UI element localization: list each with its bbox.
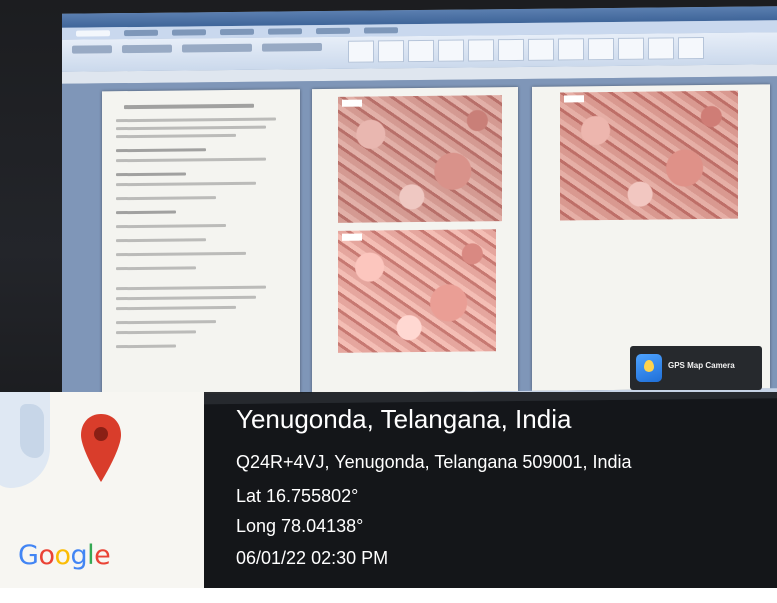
gps-badge-label: GPS Map Camera <box>668 361 735 370</box>
document-page-micrograph <box>532 84 770 391</box>
photo-background: GPS Map Camera <box>0 0 777 420</box>
gps-map-camera-badge: GPS Map Camera <box>630 346 762 390</box>
place-title: Yenugonda, Telangana, India <box>236 404 572 434</box>
micrograph-image <box>338 95 502 223</box>
google-logo-letter: e <box>94 540 111 571</box>
google-logo-letter: g <box>70 540 88 571</box>
gps-map-camera-icon <box>636 354 662 382</box>
latitude-line: Lat 16.755802° <box>236 486 359 506</box>
google-logo: Google <box>18 540 111 571</box>
google-logo-letter: G <box>18 540 39 571</box>
longitude-line: Long 78.04138° <box>236 516 364 536</box>
document-page-report <box>102 89 300 396</box>
bottom-border <box>0 588 777 603</box>
location-info-panel: Yenugonda, Telangana, India Q24R+4VJ, Ye… <box>204 392 777 588</box>
map-pin-icon <box>81 414 121 482</box>
datetime-line: 06/01/22 02:30 PM <box>236 548 389 568</box>
map-thumbnail: Google <box>0 392 204 588</box>
google-logo-letter: o <box>38 540 55 571</box>
map-water-area <box>20 404 44 458</box>
document-page-micrographs <box>312 86 518 394</box>
address-line: Q24R+4VJ, Yenugonda, Telangana 509001, I… <box>236 452 632 472</box>
google-logo-letter: o <box>54 540 71 571</box>
micrograph-image <box>338 229 496 353</box>
micrograph-image <box>560 90 738 221</box>
